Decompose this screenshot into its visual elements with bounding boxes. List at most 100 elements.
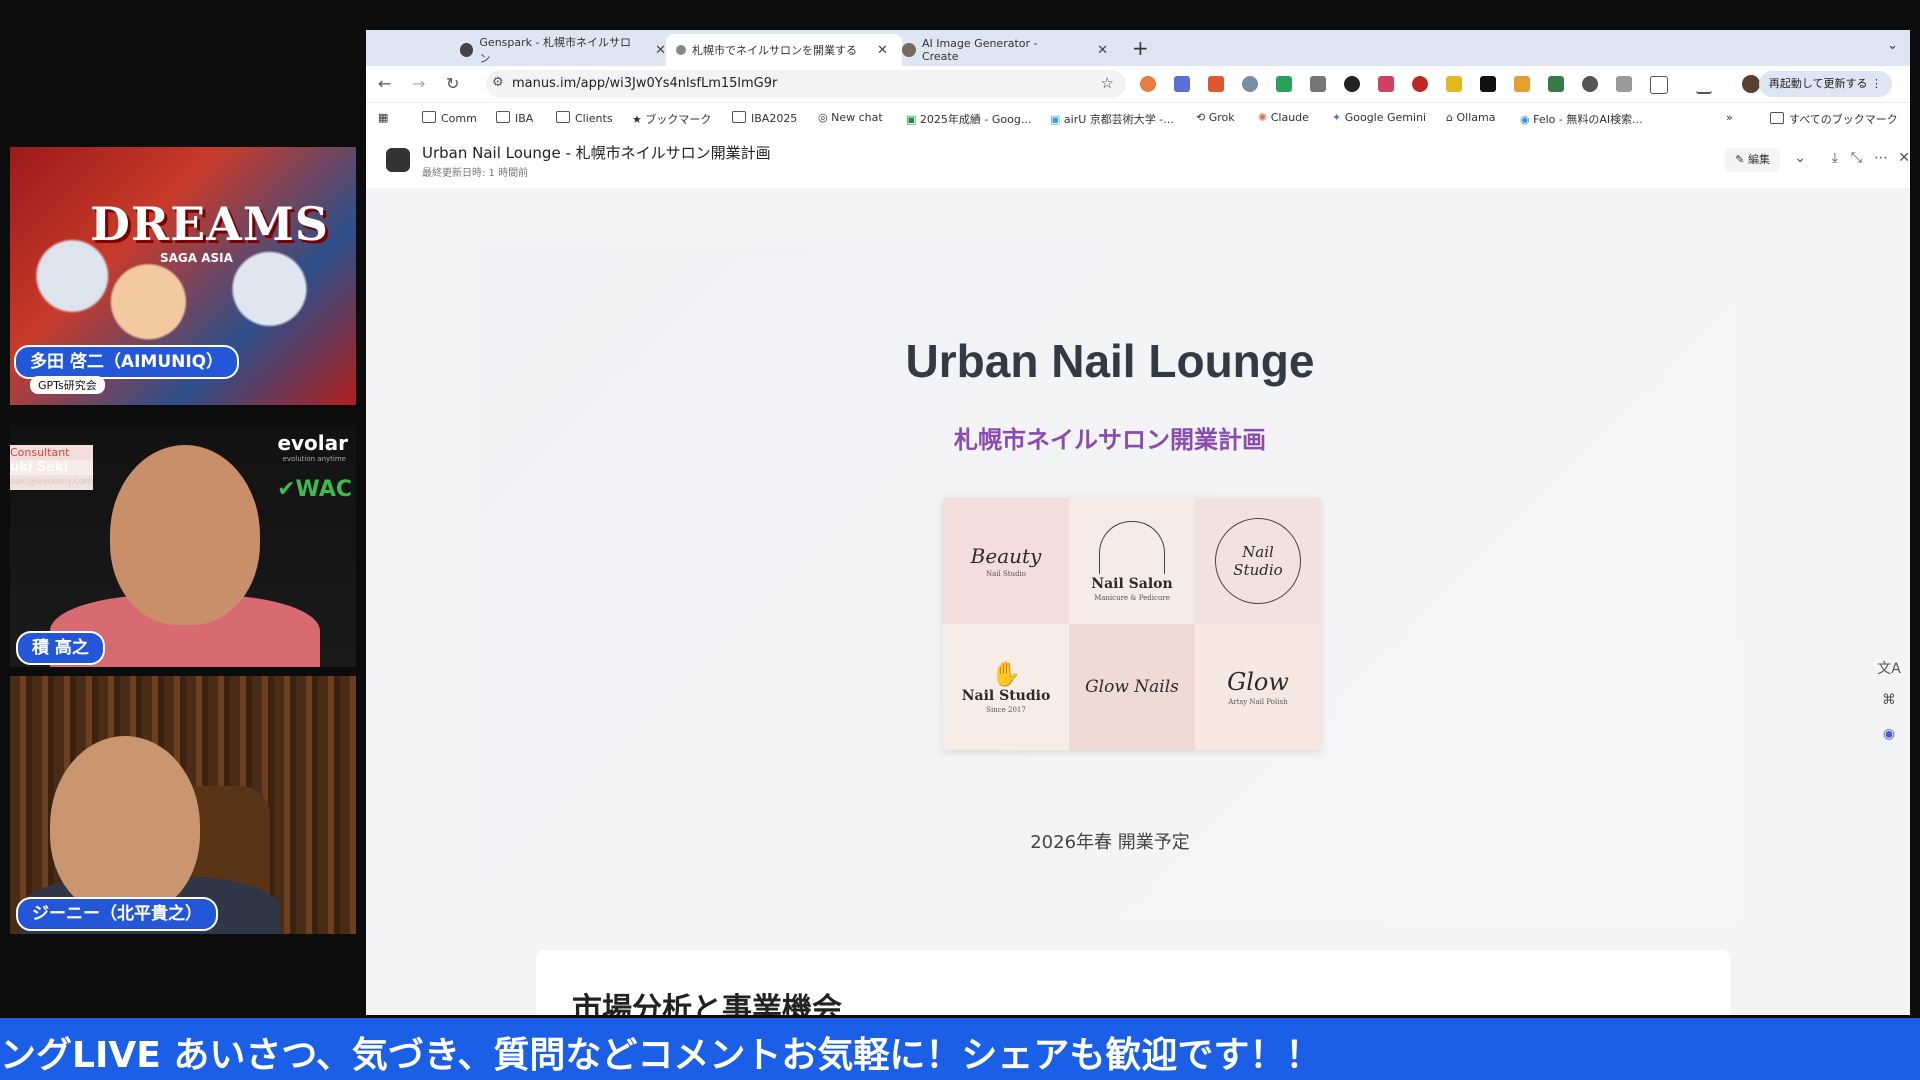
site-info-icon[interactable]: ⚙	[492, 75, 504, 90]
opening-date: 2026年春 開業予定	[1030, 832, 1190, 853]
translate-icon[interactable]: 文A	[1874, 658, 1904, 692]
extension-icon[interactable]	[1344, 76, 1360, 92]
assistant-icon[interactable]: ◉	[1874, 726, 1904, 760]
live-ticker-banner: ングLIVE あいさつ、気づき、質問などコメントお気軽に！シェアも歓迎です！！	[0, 1018, 1920, 1080]
download-icon[interactable]: ⤓	[1832, 150, 1838, 166]
extension-icon[interactable]	[1446, 76, 1462, 92]
bookmark-item[interactable]: ⟲ Grok	[1196, 111, 1235, 124]
bookmark-label: IBA2025	[751, 112, 798, 125]
consultant-title: Consultant	[10, 445, 94, 460]
camera-icon[interactable]	[1310, 76, 1326, 92]
extension-icon[interactable]	[1616, 76, 1632, 92]
back-icon[interactable]: ←	[378, 74, 391, 93]
bookmark-item[interactable]: ◎ New chat	[818, 111, 883, 124]
logo-main: Nail Salon	[1091, 575, 1173, 592]
extensions-puzzle-icon[interactable]	[1650, 76, 1668, 94]
apps-icon[interactable]: ⌘	[1874, 692, 1904, 726]
sun-icon[interactable]	[1582, 76, 1598, 92]
ticker-text: ングLIVE あいさつ、気づき、質問などコメントお気軽に！シェアも歓迎です！！	[0, 1035, 1322, 1076]
document-header: Urban Nail Lounge - 札幌市ネイルサロン開業計画 最終更新日時…	[366, 132, 1910, 189]
close-icon[interactable]: ✕	[1097, 43, 1108, 58]
extension-icon[interactable]	[1548, 76, 1564, 92]
download-icon[interactable]	[1696, 76, 1712, 94]
new-tab-button[interactable]: +	[1132, 36, 1149, 60]
folder-icon	[556, 111, 570, 123]
evolar-tagline: evolution anytime	[282, 455, 346, 463]
extension-icon[interactable]	[1378, 76, 1394, 92]
participant-face	[50, 736, 200, 916]
bookmark-item[interactable]: ▣ airU 京都芸術大学 -...	[1050, 111, 1174, 127]
bookmark-folder[interactable]: Comm	[422, 111, 477, 125]
side-toolbar: 文A ⌘ ◉	[1874, 658, 1904, 760]
participant-face	[110, 445, 260, 625]
logo-main: Nail Studio	[961, 688, 1051, 704]
extension-icon[interactable]	[1242, 76, 1258, 92]
extension-icon[interactable]	[1208, 76, 1224, 92]
bookmark-star-icon[interactable]: ☆	[1101, 74, 1114, 92]
address-bar[interactable]: ⚙ manus.im/app/wi3Jw0Ys4nlsfLm15lmG9r ☆	[486, 70, 1126, 98]
tab-label: AI Image Generator - Create	[921, 37, 1038, 63]
tab-search-icon[interactable]: ⌄	[1887, 38, 1898, 53]
hand-nail-icon	[1099, 520, 1165, 574]
extension-icon[interactable]	[1412, 76, 1428, 92]
profile-avatar[interactable]	[1742, 75, 1760, 93]
tab-ai-image-generator[interactable]: AI Image Generator - Create ✕	[892, 34, 1118, 66]
bookmark-folder[interactable]: IBA	[496, 111, 533, 125]
bookmark-item[interactable]: ★ ブックマーク	[632, 111, 711, 127]
last-updated: 最終更新日時: 1 時間前	[422, 168, 529, 179]
collapse-icon[interactable]: ⤡	[1851, 150, 1862, 166]
extension-icon[interactable]	[1174, 76, 1190, 92]
folder-icon	[422, 111, 436, 123]
bookmark-item[interactable]: ✦ Google Gemini	[1332, 111, 1426, 124]
hand-icon: ✋	[991, 660, 1021, 688]
logo-main: Glow	[1227, 668, 1289, 696]
document-content[interactable]: Urban Nail Lounge 札幌市ネイルサロン開業計画 Beauty N…	[366, 188, 1910, 1015]
close-icon[interactable]: ✕	[877, 43, 888, 58]
bookmark-folder[interactable]: Clients	[556, 111, 613, 125]
tab-label: 札幌市でネイルサロンを開業する	[692, 44, 857, 57]
close-icon[interactable]: ✕	[1898, 150, 1910, 166]
bookmark-item[interactable]: ▣ 2025年成績 - Goog...	[906, 111, 1031, 127]
tab-genspark[interactable]: Genspark - 札幌市ネイルサロン ✕	[450, 34, 676, 66]
document-title: Urban Nail Lounge - 札幌市ネイルサロン開業計画	[422, 144, 771, 162]
more-icon[interactable]: ⋯	[1874, 150, 1888, 166]
dreams-banner-sub: SAGA ASIA	[160, 251, 233, 265]
participant-name-2: 積 高之	[16, 631, 105, 665]
notion-icon[interactable]	[1480, 76, 1496, 92]
hero-subtitle: 札幌市ネイルサロン開業計画	[954, 426, 1266, 454]
folder-icon	[732, 111, 746, 123]
bookmark-label: Claude	[1270, 111, 1309, 124]
bookmark-label: Grok	[1208, 111, 1235, 124]
extension-icon[interactable]	[1140, 76, 1156, 92]
logo-main: Nail Studio	[1233, 543, 1283, 579]
participant-name-3: ジーニー（北平貴之）	[16, 897, 218, 931]
logo-main: Glow Nails	[1085, 677, 1179, 697]
tab-manus[interactable]: 札幌市でネイルサロンを開業する ✕	[666, 34, 902, 66]
edit-label: 編集	[1748, 153, 1770, 166]
logo-grid: Beauty Nail Studio Nail Salon Manicure &…	[943, 498, 1321, 750]
relaunch-update-button[interactable]: 再起動して更新する ⋮	[1758, 71, 1892, 97]
url-text: manus.im/app/wi3Jw0Ys4nlsfLm15lmG9r	[512, 76, 778, 91]
apps-grid-icon[interactable]: ▦	[378, 111, 388, 124]
forward-icon[interactable]: →	[412, 74, 425, 93]
bookmark-item[interactable]: ⌂ Ollama	[1446, 111, 1495, 124]
close-icon[interactable]: ✕	[655, 43, 666, 58]
edit-button[interactable]: ✎ 編集	[1725, 148, 1780, 172]
hero-title: Urban Nail Lounge	[905, 335, 1315, 387]
bookmark-item[interactable]: ◉ Felo - 無料のAI検索...	[1520, 111, 1643, 127]
circle-badge: Nail Studio	[1215, 518, 1301, 604]
pen-icon[interactable]	[1514, 76, 1530, 92]
all-bookmarks[interactable]: すべてのブックマーク	[1770, 111, 1898, 127]
evolar-logo: evolar	[277, 431, 348, 455]
bookmark-folder[interactable]: IBA2025	[732, 111, 797, 125]
logo-glow-nails: Glow Nails	[1069, 624, 1195, 750]
more-bookmarks-icon[interactable]: »	[1726, 111, 1733, 124]
extension-icon[interactable]	[1276, 76, 1292, 92]
consultant-name: uki Seki	[10, 460, 94, 475]
bookmark-label: Comm	[441, 112, 477, 125]
browser-window: Genspark - 札幌市ネイルサロン ✕ 札幌市でネイルサロンを開業する ✕…	[366, 30, 1910, 1015]
participant-badge-1: GPTs研究会	[30, 376, 105, 394]
chevron-down-icon[interactable]: ⌄	[1794, 150, 1806, 166]
reload-icon[interactable]: ↻	[446, 74, 459, 93]
bookmark-item[interactable]: ✺ Claude	[1258, 111, 1309, 124]
